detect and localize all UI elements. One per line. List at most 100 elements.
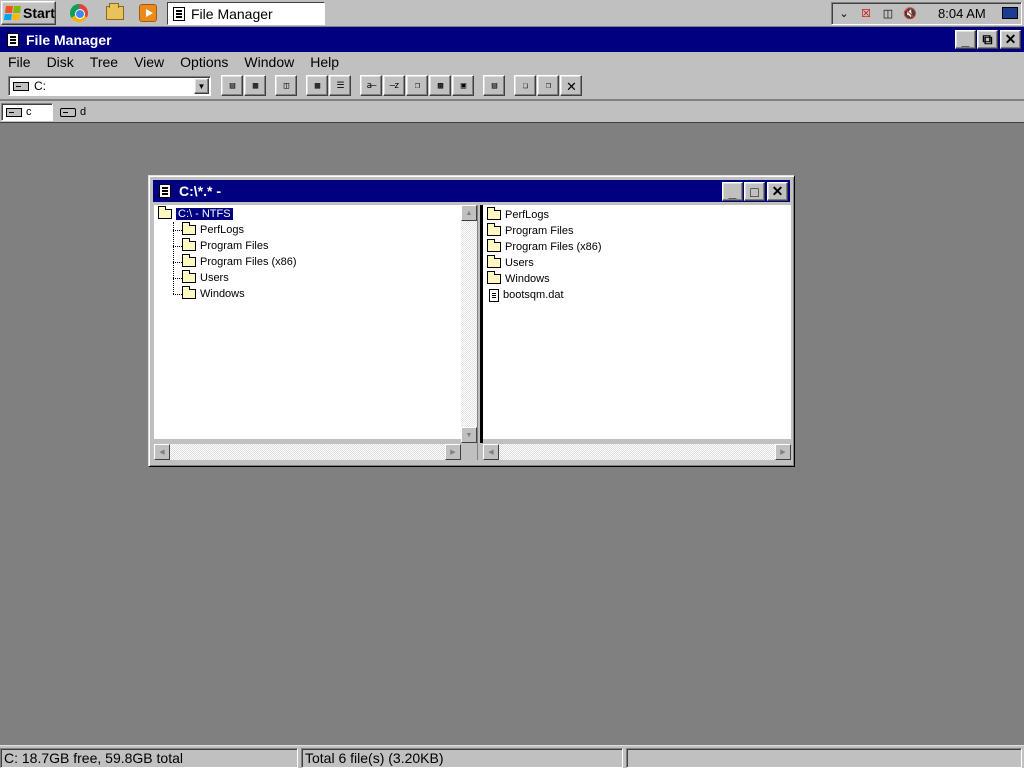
volume-muted-icon[interactable]: 🔇 xyxy=(902,6,918,22)
tree-item-label: Windows xyxy=(200,288,245,300)
paste-button[interactable]: ❐ xyxy=(537,75,559,96)
tree-item[interactable]: Users xyxy=(182,270,229,286)
copy-button[interactable]: ❏ xyxy=(514,75,536,96)
file-list-pane[interactable]: PerfLogs Program Files Program Files (x8… xyxy=(483,205,791,439)
taskbar-file-manager-label: File Manager xyxy=(191,5,273,22)
menu-disk[interactable]: Disk xyxy=(39,52,82,72)
minimize-button[interactable]: _ xyxy=(955,30,976,49)
share-as-button[interactable]: ◫ xyxy=(275,75,297,96)
drive-c-button[interactable]: c xyxy=(1,103,53,121)
scroll-right-icon[interactable]: ▶ xyxy=(775,444,791,460)
file-icon xyxy=(489,288,499,302)
menu-options[interactable]: Options xyxy=(172,52,236,72)
child-minimize-button[interactable]: _ xyxy=(722,182,743,201)
tree-pane[interactable]: C:\ - NTFS PerfLogs Program Files Progra… xyxy=(154,205,461,439)
folder-icon xyxy=(487,223,501,236)
system-tray: ⌄ ☒ ◫ 🔇 8:04 AM xyxy=(831,2,1022,25)
app-title: File Manager xyxy=(26,31,112,48)
sort-by-size-button[interactable]: ❐ xyxy=(406,75,428,96)
chrome-icon[interactable] xyxy=(70,4,88,22)
media-player-icon[interactable] xyxy=(139,4,157,22)
folder-icon xyxy=(182,286,196,299)
restore-button[interactable]: ⧉ xyxy=(977,30,998,49)
show-desktop-icon[interactable] xyxy=(1002,7,1018,19)
drive-bar: c d xyxy=(0,101,1024,123)
sort-by-name-button[interactable]: a— xyxy=(360,75,382,96)
menu-bar: File Disk Tree View Options Window Help xyxy=(0,52,1024,72)
directory-window-title-bar[interactable]: C:\*.* - _ □ ✕ xyxy=(153,180,790,202)
status-file-count: Total 6 file(s) (3.20KB) xyxy=(301,748,623,768)
scroll-up-icon[interactable]: ▲ xyxy=(461,205,477,221)
scroll-left-icon[interactable]: ◀ xyxy=(483,444,499,460)
file-manager-icon xyxy=(173,6,185,21)
details-view-button[interactable]: ▣ xyxy=(452,75,474,96)
taskbar-file-manager-button[interactable]: File Manager xyxy=(167,2,325,25)
file-list-item[interactable]: Program Files (x86) xyxy=(487,239,602,255)
tree-item[interactable]: Windows xyxy=(182,286,245,302)
drive-d-button[interactable]: d xyxy=(56,103,96,121)
clock[interactable]: 8:04 AM xyxy=(938,6,986,21)
explorer-icon[interactable] xyxy=(106,3,124,20)
chevron-down-icon[interactable]: ⌄ xyxy=(836,6,852,22)
file-list-item[interactable]: PerfLogs xyxy=(487,207,549,223)
status-bar: C: 18.7GB free, 59.8GB total Total 6 fil… xyxy=(0,745,1024,768)
new-window-button[interactable]: ▤ xyxy=(483,75,505,96)
hard-drive-icon xyxy=(6,107,22,117)
tree-line xyxy=(173,246,182,247)
file-name: PerfLogs xyxy=(505,209,550,221)
large-icons-view-button[interactable]: ▦ xyxy=(306,75,328,96)
pane-splitter[interactable] xyxy=(477,205,483,460)
tree-item-label: PerfLogs xyxy=(200,224,245,236)
list-view-button[interactable]: ☰ xyxy=(329,75,351,96)
child-close-button[interactable]: ✕ xyxy=(767,182,788,201)
child-maximize-button[interactable]: □ xyxy=(744,182,765,201)
sort-by-type-button[interactable]: —z xyxy=(383,75,405,96)
drive-d-label: d xyxy=(80,106,87,118)
folder-icon xyxy=(182,270,196,283)
folder-icon xyxy=(182,238,196,251)
network-icon[interactable]: ◫ xyxy=(880,6,896,22)
file-list-item[interactable]: Program Files xyxy=(487,223,573,239)
start-label: Start xyxy=(23,5,55,21)
menu-help[interactable]: Help xyxy=(302,52,347,72)
file-name: Program Files xyxy=(505,225,574,237)
tree-item[interactable]: Program Files (x86) xyxy=(182,254,297,270)
tree-root[interactable]: C:\ - NTFS xyxy=(158,206,234,222)
status-extra xyxy=(626,748,1022,768)
menu-file[interactable]: File xyxy=(0,52,39,72)
tree-vertical-scrollbar[interactable]: ▲ ▼ xyxy=(461,205,477,443)
tree-horizontal-scrollbar[interactable]: ◀ ▶ xyxy=(154,444,461,460)
open-folder-icon xyxy=(158,206,172,219)
file-list-horizontal-scrollbar[interactable]: ◀ ▶ xyxy=(483,444,791,460)
file-name: Users xyxy=(505,257,534,269)
directory-window[interactable]: C:\*.* - _ □ ✕ C:\ - NTFS PerfLogs Progr… xyxy=(148,175,795,467)
folder-icon xyxy=(487,207,501,220)
menu-tree[interactable]: Tree xyxy=(82,52,126,72)
menu-view[interactable]: View xyxy=(126,52,172,72)
scroll-right-icon[interactable]: ▶ xyxy=(445,444,461,460)
file-list-item[interactable]: Windows xyxy=(487,271,550,287)
directory-window-icon[interactable] xyxy=(159,184,171,198)
folder-icon xyxy=(182,254,196,267)
disconnect-network-drive-button[interactable]: ▦ xyxy=(244,75,266,96)
app-title-bar[interactable]: File Manager _ ⧉ ✕ xyxy=(0,27,1024,52)
tree-item-label: Program Files xyxy=(200,240,269,252)
menu-window[interactable]: Window xyxy=(236,52,302,72)
scroll-down-icon[interactable]: ▼ xyxy=(461,427,477,443)
network-error-icon[interactable]: ☒ xyxy=(858,6,874,22)
file-list-item[interactable]: Users xyxy=(487,255,534,271)
connect-network-drive-button[interactable]: ▤ xyxy=(221,75,243,96)
close-button[interactable]: ✕ xyxy=(1000,30,1021,49)
chevron-down-icon[interactable]: ▼ xyxy=(194,78,209,94)
scroll-left-icon[interactable]: ◀ xyxy=(154,444,170,460)
file-list-item[interactable]: bootsqm.dat xyxy=(489,287,564,303)
sort-by-date-button[interactable]: ▩ xyxy=(429,75,451,96)
start-button[interactable]: Start xyxy=(1,1,56,25)
tree-item[interactable]: PerfLogs xyxy=(182,222,244,238)
directory-window-title: C:\*.* - xyxy=(179,183,221,199)
delete-button[interactable]: ✕ xyxy=(560,75,582,96)
drive-select[interactable]: C: ▼ xyxy=(8,76,211,96)
file-manager-icon[interactable] xyxy=(7,33,19,47)
tree-item-label: Users xyxy=(200,272,229,284)
tree-item[interactable]: Program Files xyxy=(182,238,268,254)
